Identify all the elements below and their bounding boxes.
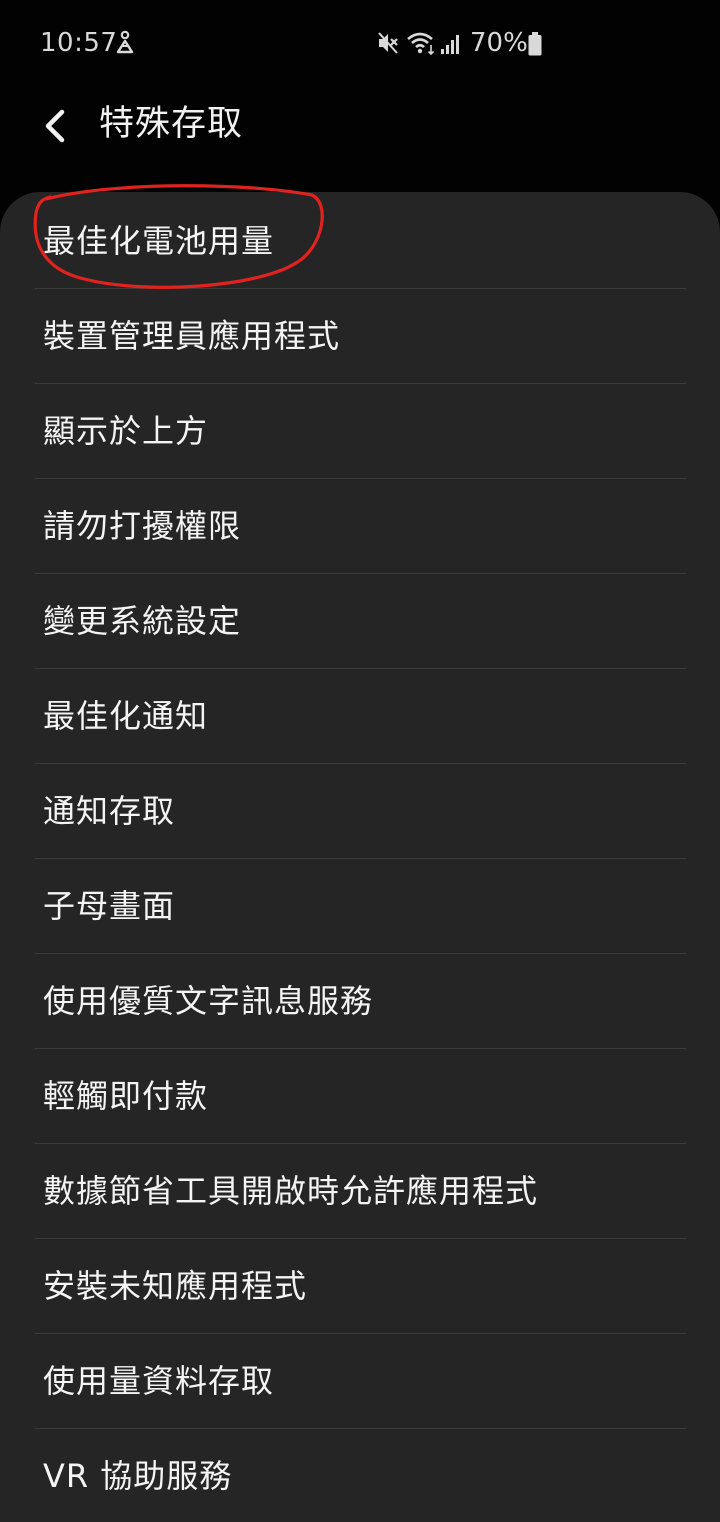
status-bar: 10:57 70% [0, 0, 720, 88]
list-item-optimize-notifications[interactable]: 最佳化通知 [35, 669, 686, 764]
list-item-label: 子母畫面 [43, 887, 176, 925]
battery-percent: 70% [470, 28, 528, 58]
list-item-device-admin-apps[interactable]: 裝置管理員應用程式 [35, 289, 686, 384]
list-item-display-over-apps[interactable]: 顯示於上方 [35, 384, 686, 479]
list-item-label: 顯示於上方 [43, 412, 209, 450]
wifi-icon [407, 32, 435, 56]
list-item-notification-access[interactable]: 通知存取 [35, 764, 686, 859]
list-item-label: 變更系統設定 [43, 602, 242, 640]
back-button[interactable] [30, 102, 82, 150]
list-item-label: VR 協助服務 [43, 1457, 233, 1495]
status-time: 10:57 [40, 28, 118, 58]
list-item-label: 使用量資料存取 [43, 1362, 275, 1400]
list-item-optimize-battery[interactable]: 最佳化電池用量 [35, 194, 686, 289]
list-item-label: 通知存取 [43, 792, 176, 830]
list-item-picture-in-picture[interactable]: 子母畫面 [35, 859, 686, 954]
list-item-modify-system-settings[interactable]: 變更系統設定 [35, 574, 686, 669]
list-item-usage-data-access[interactable]: 使用量資料存取 [35, 1334, 686, 1429]
list-item-label: 裝置管理員應用程式 [43, 317, 341, 355]
page-title: 特殊存取 [99, 104, 244, 144]
list-item-tap-and-pay[interactable]: 輕觸即付款 [35, 1049, 686, 1144]
list-item-vr-helper-services[interactable]: VR 協助服務 [35, 1429, 686, 1522]
list-item-label: 輕觸即付款 [43, 1077, 209, 1115]
app-bar: 特殊存取 [0, 88, 720, 192]
signal-icon [441, 35, 459, 54]
list-item-label: 最佳化通知 [43, 697, 209, 735]
list-item-install-unknown-apps[interactable]: 安裝未知應用程式 [35, 1239, 686, 1334]
mute-icon [378, 32, 398, 54]
notification-icon [116, 30, 134, 54]
list-item-label: 安裝未知應用程式 [43, 1267, 308, 1305]
list-item-label: 使用優質文字訊息服務 [43, 982, 374, 1020]
list-item-premium-sms-access[interactable]: 使用優質文字訊息服務 [35, 954, 686, 1049]
list-item-label: 請勿打擾權限 [43, 507, 242, 545]
special-access-screen: 10:57 70% 特殊存取 最佳化電池用量 裝置管理員應用程式 顯示於上方 請… [0, 0, 720, 1522]
list-item-do-not-disturb-access[interactable]: 請勿打擾權限 [35, 479, 686, 574]
list-item-label: 最佳化電池用量 [43, 222, 275, 260]
list-item-data-saver-allowed-apps[interactable]: 數據節省工具開啟時允許應用程式 [35, 1144, 686, 1239]
battery-icon [528, 32, 542, 56]
list-item-label: 數據節省工具開啟時允許應用程式 [43, 1172, 539, 1210]
